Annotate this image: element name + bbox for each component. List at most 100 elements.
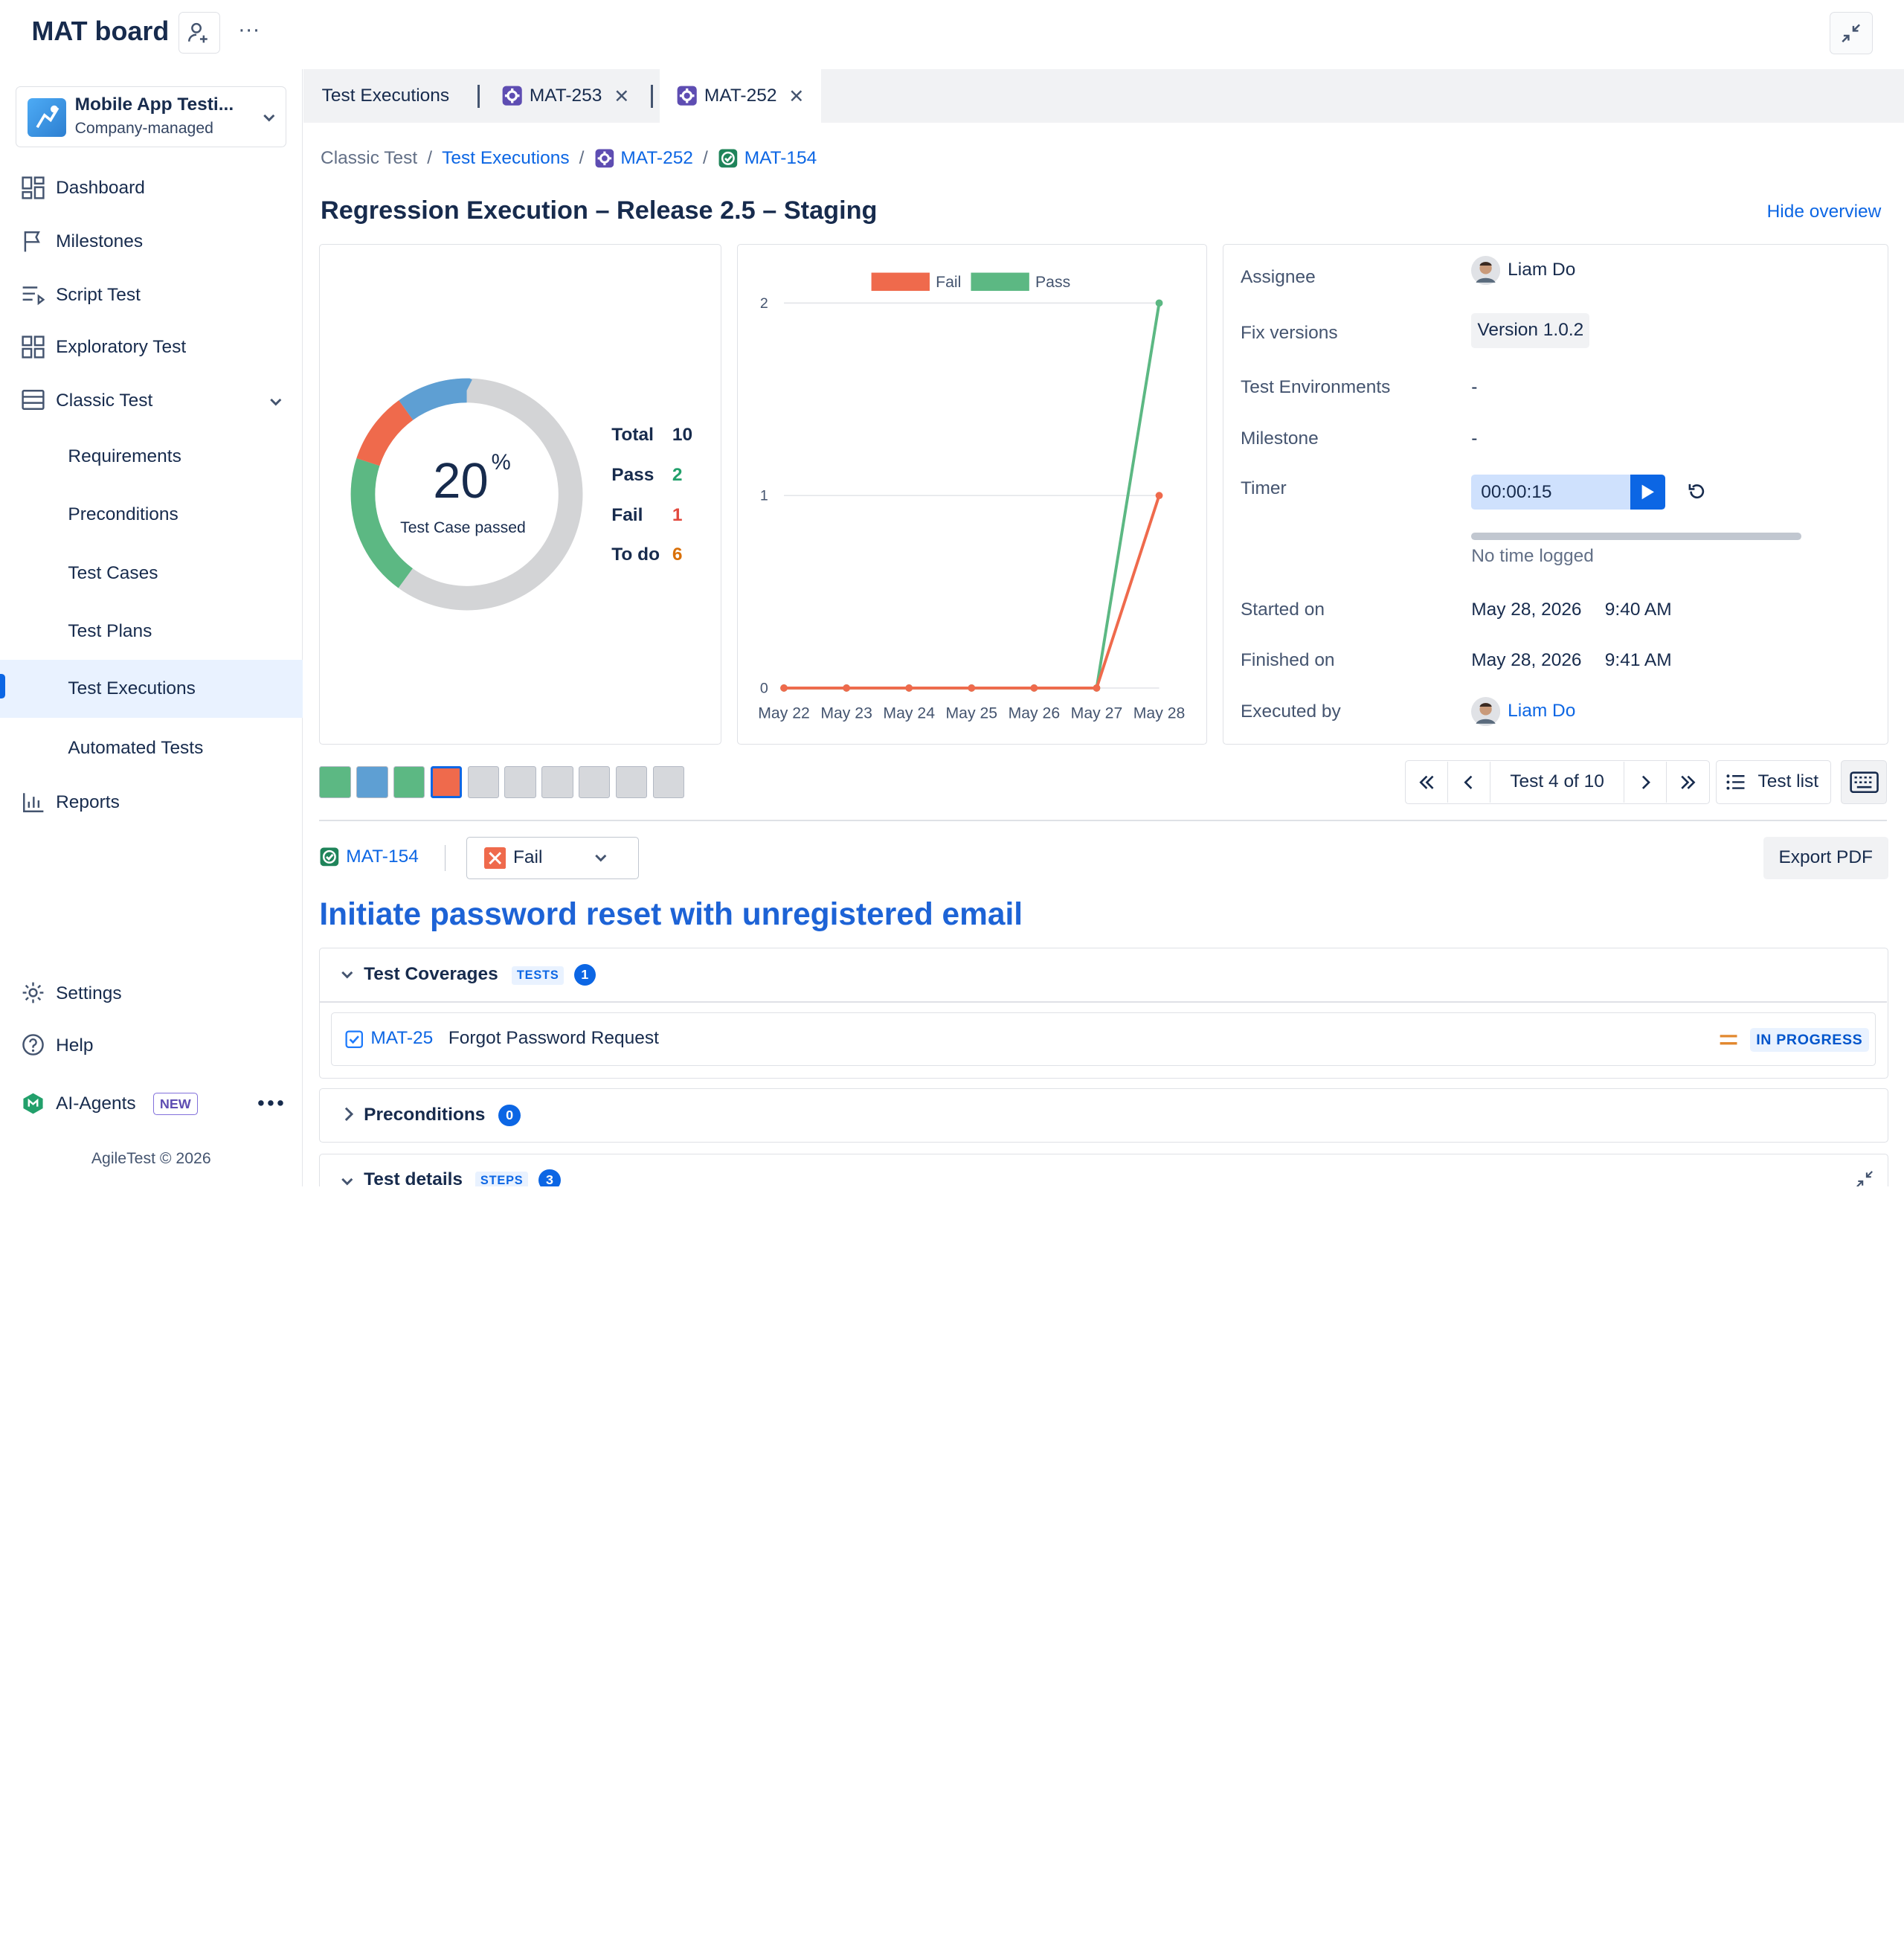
sidebar-item-label: Classic Test [56,390,153,411]
chevron-down-icon [263,114,275,122]
dashboard-icon [22,176,45,199]
chevron-down-icon[interactable] [340,968,355,980]
test-status-square[interactable] [393,766,425,798]
milestone-value[interactable]: - [1471,428,1477,449]
time-progress-bar [1471,533,1802,540]
test-case-icon [320,847,339,867]
status-badge: IN PROGRESS [1750,1027,1869,1053]
first-test-button[interactable] [1406,761,1449,803]
execution-status-select[interactable]: Fail [466,836,639,880]
sidebar-item-label: Milestones [56,231,144,251]
execution-icon [502,86,523,106]
test-status-square[interactable] [467,766,500,798]
test-status-square[interactable] [652,766,684,798]
script-icon [23,286,45,306]
test-status-square[interactable] [541,766,573,798]
sidebar-item-requirements[interactable]: Requirements [0,430,303,484]
sidebar-item-ai-agents[interactable]: AI-Agents NEW [0,1077,303,1131]
sidebar-item-help[interactable]: Help [0,1019,303,1073]
collapse-icon [1842,24,1861,43]
fix-version-lozenge[interactable]: Version 1.0.2 [1471,312,1590,349]
close-icon[interactable] [789,89,804,103]
project-switcher[interactable]: Mobile App Testi... Company-managed [16,86,287,147]
started-time: 9:40 AM [1604,599,1672,620]
breadcrumb-item[interactable]: MAT-154 [744,148,817,169]
x-tick-label: May 22 [758,705,810,722]
breadcrumb-item[interactable]: Classic Test [321,148,417,169]
executed-by-name: Liam Do [1508,701,1576,722]
sidebar-item-script-test[interactable]: Script Test [0,269,303,322]
assignee-name: Liam Do [1508,260,1576,280]
sidebar-item-label: Dashboard [56,178,145,199]
x-tick-label: May 24 [883,705,935,722]
sidebar-item-preconditions[interactable]: Preconditions [0,488,303,542]
keyboard-shortcuts-button[interactable] [1841,760,1888,804]
started-date: May 28, 2026 [1471,599,1582,620]
test-case-icon [718,149,738,168]
tab-label: MAT-252 [704,85,777,106]
collapse-button[interactable] [1830,12,1873,55]
sidebar-item-automated-tests[interactable]: Automated Tests [0,722,303,775]
test-status-square[interactable] [319,766,351,798]
test-list-button[interactable]: Test list [1716,760,1832,804]
case-key-link[interactable]: MAT-154 [319,847,419,867]
breadcrumb-item[interactable]: Test Executions [442,148,569,169]
previous-test-button[interactable] [1448,761,1491,803]
test-case-title[interactable]: Initiate password reset with unregistere… [319,896,1023,932]
next-test-button[interactable] [1624,761,1667,803]
coverage-row[interactable]: MAT-25 Forgot Password Request IN PROGRE… [331,1012,1876,1066]
export-pdf-button[interactable]: Export PDF [1763,836,1888,880]
flag-icon [25,231,41,251]
add-people-button[interactable] [178,12,220,54]
test-status-square[interactable] [578,766,611,798]
x-tick-label: May 23 [820,705,872,722]
environments-value[interactable]: - [1471,377,1477,398]
collapse-icon[interactable] [1855,1169,1874,1187]
tab-test-executions[interactable]: Test Executions [322,69,449,123]
test-status-square[interactable] [504,766,536,798]
sidebar-item-settings[interactable]: Settings [0,967,303,1021]
sidebar-item-reports[interactable]: Reports [0,776,303,829]
sidebar-item-test-cases[interactable]: Test Cases [0,547,303,600]
hide-overview-link[interactable]: Hide overview [1767,202,1882,222]
sidebar-item-test-executions[interactable]: Test Executions [0,659,303,718]
test-status-square[interactable] [430,766,463,798]
finished-time: 9:41 AM [1604,650,1672,671]
sidebar-item-exploratory-test[interactable]: Exploratory Test [0,321,303,374]
test-status-square[interactable] [356,766,388,798]
sidebar-item-label: Automated Tests [68,737,204,758]
coverage-key[interactable]: MAT-25 [370,1028,433,1049]
fail-status-icon [483,847,506,870]
sidebar-item-label: Exploratory Test [56,336,187,357]
more-actions-button[interactable]: ··· [238,17,260,42]
test-status-square[interactable] [615,766,648,798]
tab-mat-252[interactable]: MAT-252 [659,69,821,123]
count-badge: 0 [498,1105,521,1127]
more-icon[interactable] [257,1099,284,1107]
breadcrumb-item[interactable]: MAT-252 [620,148,693,169]
chevron-down-icon[interactable] [340,1175,355,1186]
reset-icon[interactable] [1686,481,1708,502]
sidebar-item-test-plans[interactable]: Test Plans [0,605,303,658]
stat-value-total: 10 [672,424,693,445]
timer-play-button[interactable] [1630,474,1666,510]
stat-label: Total [611,424,654,445]
executed-by-value[interactable]: Liam Do [1471,696,1576,726]
chevron-right-icon[interactable] [342,1107,354,1122]
environments-label: Test Environments [1240,377,1391,398]
play-icon [1641,484,1654,500]
close-icon[interactable] [614,89,629,103]
summary-card: 20 % Test Case passed Total 10 Pass 2 Fa… [319,244,721,745]
sidebar-item-dashboard[interactable]: Dashboard [0,161,303,215]
sidebar-item-milestones[interactable]: Milestones [0,215,303,269]
sidebar: Mobile App Testi... Company-managed Dash… [0,69,303,1187]
divider [444,845,446,871]
stat-label: Pass [611,464,654,485]
sidebar-item-classic-test[interactable]: Classic Test [0,374,303,428]
last-test-button[interactable] [1667,762,1709,803]
project-name: Mobile App Testi... [74,94,234,115]
tab-mat-253[interactable]: MAT-253 [501,69,628,123]
tests-tag: TESTS [512,966,565,986]
section-title: Test details [364,1169,463,1187]
assignee-value[interactable]: Liam Do [1471,255,1576,286]
